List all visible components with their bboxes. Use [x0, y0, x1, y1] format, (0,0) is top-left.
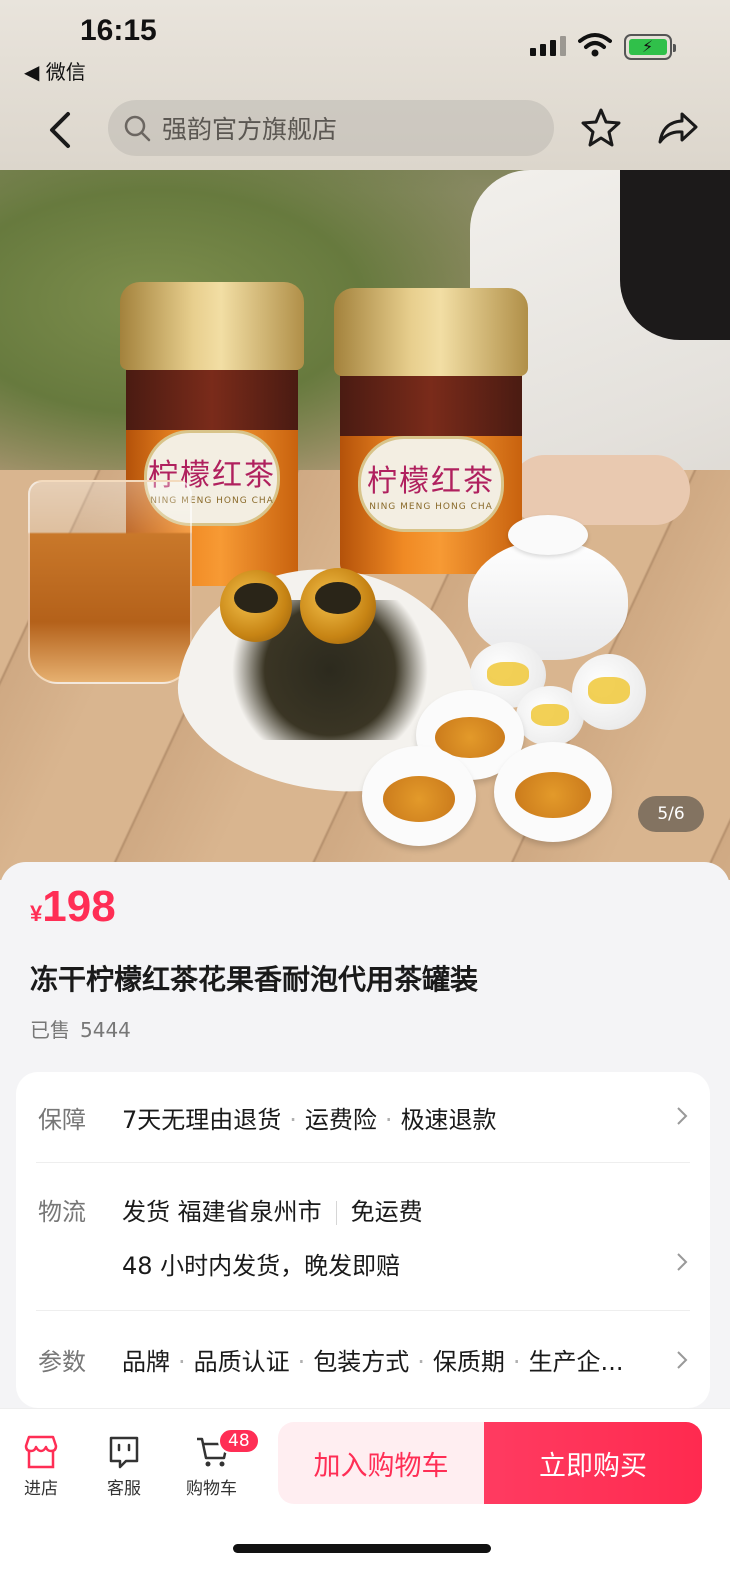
- status-time: 16:15: [80, 14, 157, 47]
- guarantee-row[interactable]: 保障 7天无理由退货 · 运费险 · 极速退款: [38, 1100, 688, 1140]
- store-tab[interactable]: 进店: [22, 1434, 60, 1499]
- ship-from: 发货 福建省泉州市 免运费: [122, 1198, 423, 1226]
- buy-now-button[interactable]: 立即购买: [484, 1422, 702, 1504]
- params-row[interactable]: 参数 品牌 · 品质认证 · 包装方式 · 保质期 · 生产企...: [38, 1342, 688, 1382]
- product-title: 冻干柠檬红茶花果香耐泡代用茶罐装: [30, 963, 479, 996]
- cart-badge: 48: [218, 1428, 260, 1454]
- store-search-bar[interactable]: 强韵官方旗舰店: [108, 100, 554, 156]
- image-counter: 5/6: [638, 796, 704, 832]
- background-hair: [620, 170, 730, 340]
- add-to-cart-button[interactable]: 加入购物车: [278, 1422, 484, 1504]
- wrapped-tea: [572, 654, 646, 730]
- gaiwan-cup: [468, 515, 628, 665]
- divider: [36, 1162, 690, 1163]
- params-label: 参数: [38, 1348, 86, 1376]
- divider: [36, 1310, 690, 1311]
- lemon-tea-ball: [220, 570, 292, 642]
- chevron-right-icon: [677, 1253, 688, 1271]
- tea-cup: [362, 746, 476, 846]
- wifi-icon: [578, 33, 612, 57]
- customer-service-tab[interactable]: 客服: [106, 1434, 142, 1499]
- signal-icon: [530, 36, 566, 56]
- store-icon: [24, 1435, 58, 1469]
- home-indicator: [233, 1544, 491, 1553]
- chevron-right-icon: [677, 1107, 688, 1125]
- back-to-wechat[interactable]: ◀ 微信: [24, 56, 86, 85]
- params-items: 品牌 · 品质认证 · 包装方式 · 保质期 · 生产企...: [122, 1348, 624, 1376]
- sold-count: 已售 5444: [30, 1018, 131, 1042]
- favorite-star-icon[interactable]: [580, 106, 622, 150]
- search-icon: [124, 115, 151, 142]
- lemon-tea-ball: [300, 568, 376, 644]
- service-panel: 保障 7天无理由退货 · 运费险 · 极速退款 物流 发货 福建省泉州市 免运费 48 小…: [16, 1072, 710, 1408]
- search-placeholder: 强韵官方旗舰店: [162, 115, 338, 144]
- logistics-label: 物流: [38, 1198, 86, 1226]
- delivery-promise: 48 小时内发货，晚发即赔: [122, 1252, 401, 1280]
- guarantee-items: 7天无理由退货 · 运费险 · 极速退款: [122, 1106, 497, 1134]
- share-icon[interactable]: [656, 108, 700, 148]
- battery-icon: ⚡: [624, 34, 676, 60]
- chat-icon: [109, 1436, 139, 1469]
- tea-cup: [494, 742, 612, 842]
- back-arrow-icon[interactable]: [42, 108, 82, 152]
- chevron-right-icon: [677, 1351, 688, 1369]
- price: ¥198: [30, 882, 116, 931]
- logistics-row[interactable]: 物流 发货 福建省泉州市 免运费 48 小时内发货，晚发即赔: [38, 1192, 688, 1292]
- tea-pitcher: [28, 480, 192, 684]
- guarantee-label: 保障: [38, 1106, 86, 1134]
